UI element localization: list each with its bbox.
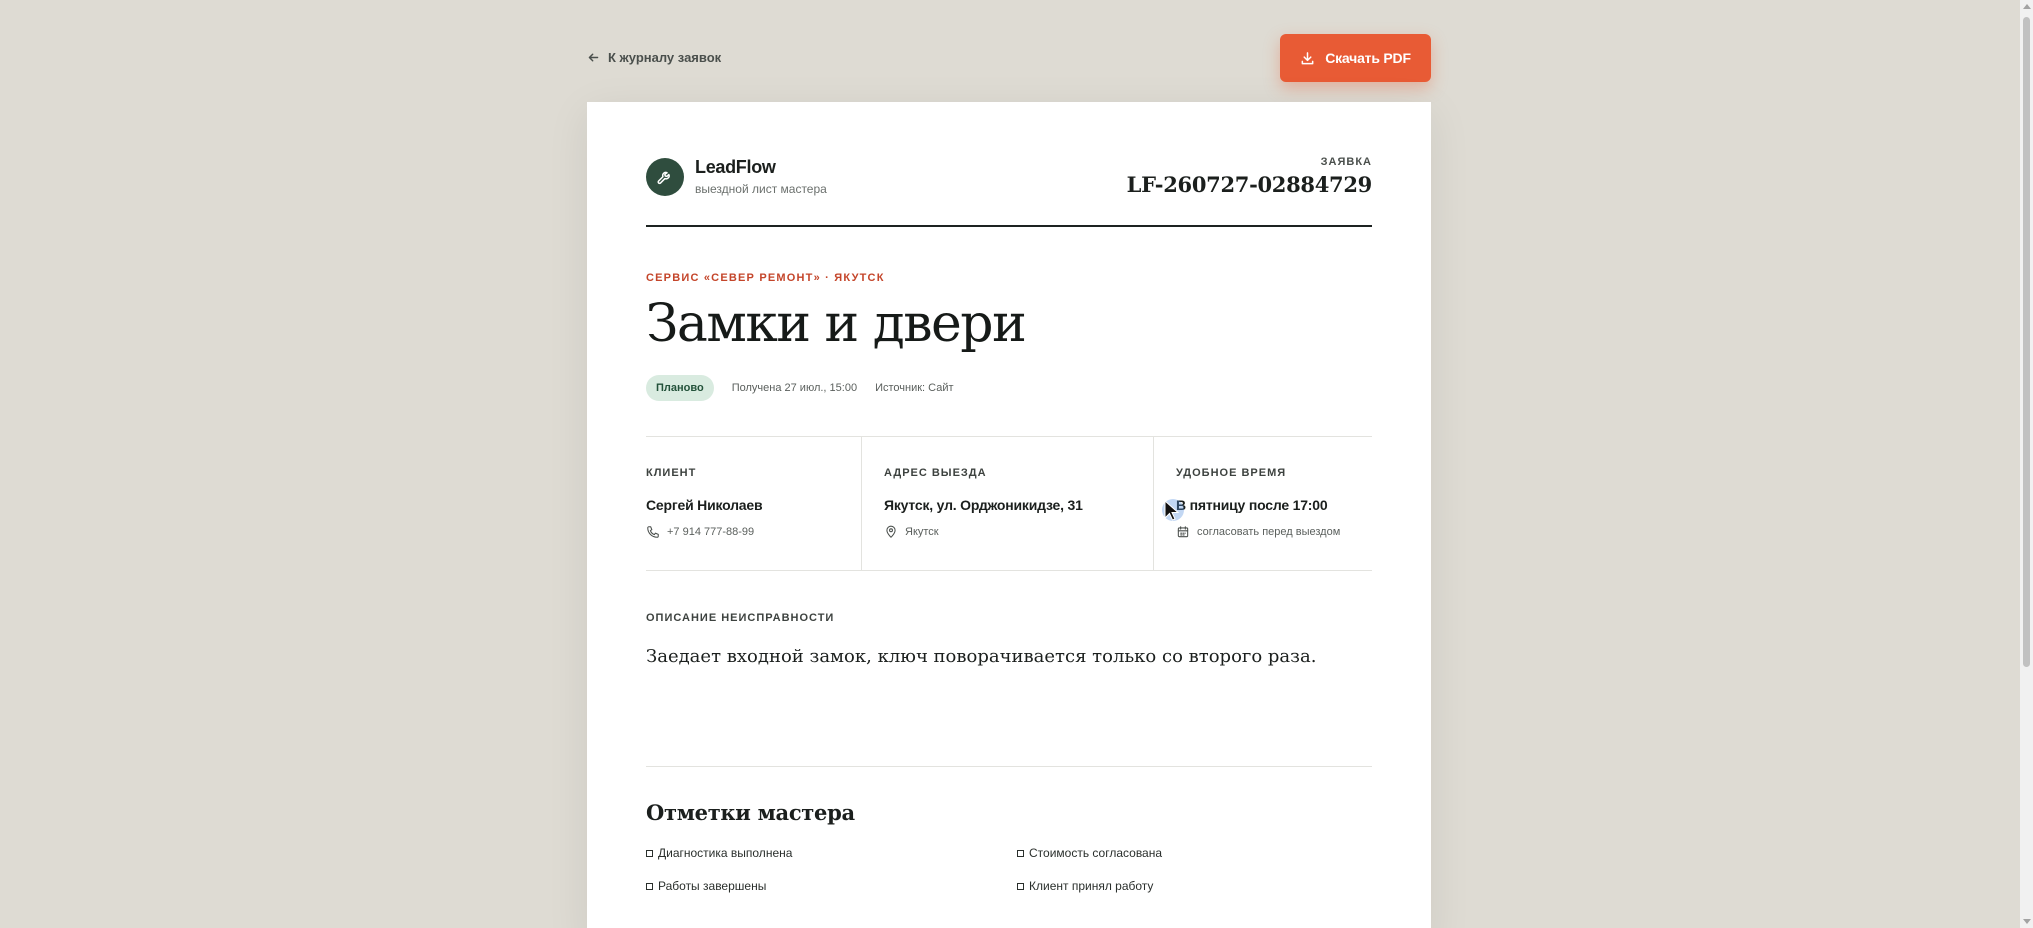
client-phone-row[interactable]: +7 914 777-88-99 [646,525,754,539]
arrow-left-icon [588,53,599,62]
request-number: LF-260727-02884729 [1126,172,1373,197]
meta-row: Планово Получена 27 июл., 15:00 Источник… [646,375,954,401]
address-city: Якутск [905,526,939,538]
section-divider [646,766,1372,767]
client-name: Сергей Николаев [646,497,763,513]
download-icon [1301,51,1314,64]
back-link-label: К журналу заявок [608,50,722,65]
brand-subtitle: выездной лист мастера [695,182,827,196]
checkbox-label: Клиент принял работу [1029,879,1154,893]
top-bar: К журналу заявок Скачать PDF [587,34,1431,82]
download-pdf-label: Скачать PDF [1325,50,1411,66]
time-note-row: согласовать перед выездом [1176,525,1340,539]
checkbox-label: Работы завершены [658,879,767,893]
checkbox-box [646,849,653,857]
phone-icon [647,526,659,538]
mouse-cursor-icon [1164,500,1180,521]
page-title: Замки и двери [646,294,1027,354]
field-sheet: LeadFlow выездной лист мастера ЗАЯВКА LF… [587,102,1431,928]
calendar-icon [1177,526,1189,538]
checkbox-client-accepted[interactable]: Клиент принял работу [1017,879,1153,893]
address-column: АДРЕС ВЫЕЗДА Якутск, ул. Орджоникидзе, 3… [862,437,1154,570]
time-value: В пятницу после 17:00 [1176,497,1328,513]
time-column: УДОБНОЕ ВРЕМЯ В пятницу после 17:00 согл… [1154,437,1372,570]
client-label: КЛИЕНТ [646,467,697,479]
page-scrollbar[interactable] [2020,0,2033,928]
checkbox-box [1017,882,1024,890]
info-grid: КЛИЕНТ Сергей Николаев +7 914 777-88-99 … [646,436,1372,571]
scroll-up-arrow-icon[interactable] [2023,4,2031,9]
description-label: ОПИСАНИЕ НЕИСПРАВНОСТИ [646,612,835,624]
checkbox-diagnostics[interactable]: Диагностика выполнена [646,846,792,860]
received-time: Получена 27 июл., 15:00 [731,382,858,394]
request-source: Источник: Сайт [875,382,954,394]
client-phone: +7 914 777-88-99 [667,526,755,538]
time-note: согласовать перед выездом [1197,526,1341,538]
service-eyebrow: СЕРВИС «СЕВЕР РЕМОНТ» · ЯКУТСК [646,272,885,284]
checkbox-cost-agreed[interactable]: Стоимость согласована [1017,846,1162,860]
checkbox-box [646,882,653,890]
address-city-row: Якутск [884,525,939,539]
description-text: Заедает входной замок, ключ поворачивает… [646,646,1317,667]
scroll-down-arrow-icon[interactable] [2023,919,2031,924]
header-divider [646,225,1372,227]
wrench-icon [657,171,670,184]
request-block: ЗАЯВКА LF-260727-02884729 [1126,156,1373,197]
checkbox-work-done[interactable]: Работы завершены [646,879,766,893]
checkbox-label: Диагностика выполнена [658,846,793,860]
priority-badge: Планово [646,375,714,401]
brand-logo [646,157,684,196]
notes-title: Отметки мастера [646,800,855,825]
time-label: УДОБНОЕ ВРЕМЯ [1176,467,1287,479]
brand: LeadFlow выездной лист мастера [646,157,827,196]
brand-name: LeadFlow [695,157,776,177]
address-value: Якутск, ул. Орджоникидзе, 31 [884,497,1083,513]
client-column: КЛИЕНТ Сергей Николаев +7 914 777-88-99 [646,437,862,570]
checkbox-label: Стоимость согласована [1029,846,1163,860]
address-label: АДРЕС ВЫЕЗДА [884,467,987,479]
back-to-log-link[interactable]: К журналу заявок [587,50,721,65]
download-pdf-button[interactable]: Скачать PDF [1280,34,1431,82]
request-label: ЗАЯВКА [1320,156,1372,168]
brand-text: LeadFlow выездной лист мастера [695,157,827,196]
scroll-thumb[interactable] [2023,17,2030,667]
map-pin-icon [886,525,896,538]
checkbox-box [1017,849,1024,857]
